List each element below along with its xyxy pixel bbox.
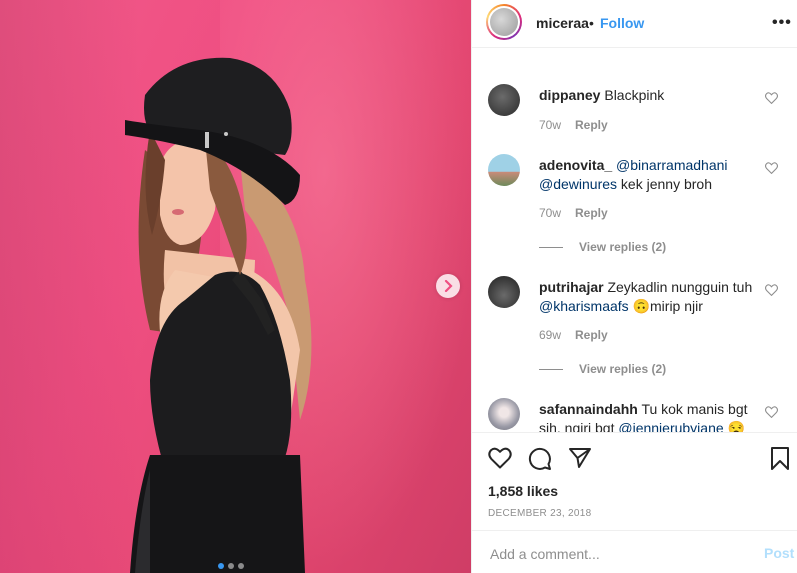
view-replies-button[interactable]: View replies (2) [539,240,666,254]
author-avatar[interactable] [486,4,522,40]
post-actions: 1,858 likes DECEMBER 23, 2018 [472,432,797,530]
comment-text: adenovita_ @binarramadhani @dewinures ke… [539,156,759,194]
comment-meta: 70w Reply [539,206,608,220]
like-comment-heart-icon[interactable] [765,284,778,299]
commenter-avatar[interactable] [488,276,520,308]
commenter-avatar[interactable] [488,398,520,430]
comment-text: safannaindahh Tu kok manis bgt sih, ngir… [539,400,759,432]
separator-dot: • [589,15,594,31]
post-side-panel: miceraa • Follow ••• dippaney Blackpink … [471,0,797,573]
follow-button[interactable]: Follow [600,15,644,31]
comment-body: Zeykadlin nungguin tuh [607,279,753,295]
view-replies-label[interactable]: View replies (2) [579,240,666,254]
likes-count[interactable]: 1,858 likes [488,483,558,499]
view-replies-label[interactable]: View replies (2) [579,362,666,376]
emoji: 😒 [727,420,745,432]
carousel-dot [238,563,244,569]
comments-list[interactable]: dippaney Blackpink 70w Reply adenovita_ @… [472,49,797,432]
emoji: 🙃 [632,298,651,314]
replies-divider [539,246,563,248]
chevron-right-icon [444,280,453,292]
author-username[interactable]: miceraa [536,15,589,31]
carousel-dot-active [218,563,224,569]
next-photo-button[interactable] [436,274,460,298]
like-comment-heart-icon[interactable] [765,92,778,107]
reply-button[interactable]: Reply [575,206,608,220]
save-bookmark-icon[interactable] [770,447,790,476]
post-header: miceraa • Follow ••• [472,0,797,48]
comment-time[interactable]: 69w [539,328,561,342]
like-comment-heart-icon[interactable] [765,406,778,421]
mention-link[interactable]: @dewinures [539,176,617,192]
avatar-image [490,8,518,36]
comment-body-end: mirip njir [650,298,703,314]
add-comment-bar: Post [472,530,797,573]
share-send-icon[interactable] [568,447,592,474]
commenter-username[interactable]: adenovita_ [539,157,612,173]
comment-bubble-icon[interactable] [528,447,552,476]
commenter-avatar[interactable] [488,154,520,186]
reply-button[interactable]: Reply [575,118,608,132]
post-date[interactable]: DECEMBER 23, 2018 [488,508,591,519]
comment-time[interactable]: 70w [539,118,561,132]
comment-body: kek jenny broh [620,176,712,192]
carousel-indicator [218,563,244,569]
carousel-dot [228,563,234,569]
mention-link[interactable]: @kharismaafs [539,298,629,314]
post-comment-button[interactable]: Post [764,545,794,561]
like-heart-icon[interactable] [488,447,512,474]
comment-time[interactable]: 70w [539,206,561,220]
commenter-avatar[interactable] [488,84,520,116]
commenter-username[interactable]: safannaindahh [539,401,638,417]
comment-text: dippaney Blackpink [539,86,759,105]
commenter-username[interactable]: putrihajar [539,279,604,295]
post-photo[interactable] [0,0,471,573]
mention-link[interactable]: @binarramadhani [616,157,728,173]
like-comment-heart-icon[interactable] [765,162,778,177]
mention-link[interactable]: @jennierubyjane [618,420,723,432]
comment-body: Blackpink [604,87,665,103]
replies-divider [539,368,563,370]
commenter-username[interactable]: dippaney [539,87,600,103]
comment-text: putrihajar Zeykadlin nungguin tuh @khari… [539,278,759,316]
comment-meta: 69w Reply [539,328,608,342]
avatar-border [488,6,520,38]
view-replies-button[interactable]: View replies (2) [539,362,666,376]
reply-button[interactable]: Reply [575,328,608,342]
more-options-icon[interactable]: ••• [772,14,792,32]
person-figure [125,57,312,573]
comment-input[interactable] [488,543,742,565]
comment-meta: 70w Reply [539,118,608,132]
